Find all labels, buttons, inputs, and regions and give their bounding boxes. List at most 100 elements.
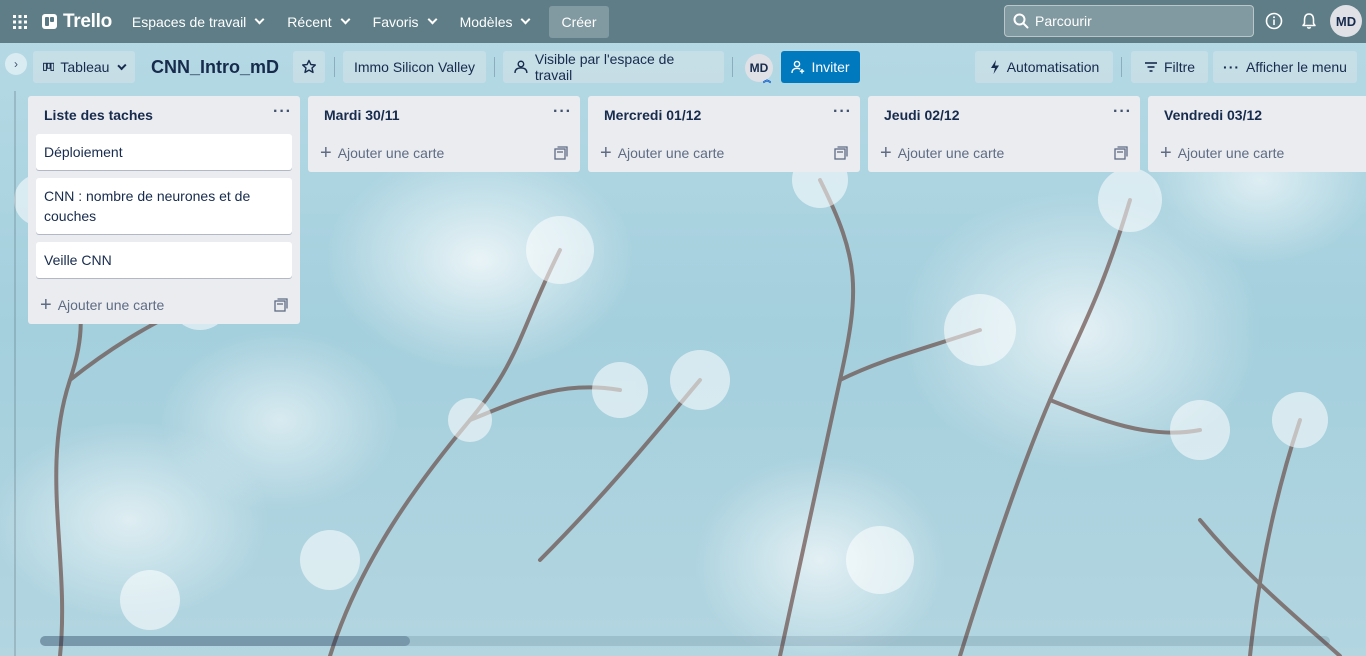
workspace-label: Immo Silicon Valley: [353, 59, 476, 75]
trello-logo-icon: [42, 14, 57, 29]
list: Liste des taches ··· Déploiement CNN : n…: [28, 96, 300, 324]
ellipsis-icon[interactable]: ···: [273, 103, 292, 127]
list: Mardi 30/11 ··· + Ajouter une carte: [308, 96, 580, 172]
divider: [494, 57, 495, 77]
divider: [334, 57, 335, 77]
show-menu-label: Afficher le menu: [1246, 59, 1347, 75]
invite-button[interactable]: Inviter: [781, 51, 860, 83]
view-switcher-button[interactable]: Tableau: [33, 51, 135, 83]
add-card-label: Ajouter une carte: [57, 297, 165, 313]
add-card-row[interactable]: + Ajouter une carte: [868, 134, 1140, 172]
board-header: › Tableau CNN_Intro_mD Immo Silicon Vall…: [0, 43, 1366, 91]
automation-label: Automatisation: [1006, 59, 1100, 75]
view-label: Tableau: [60, 59, 110, 75]
list-header[interactable]: Vendredi 03/12: [1148, 96, 1366, 134]
add-card-row[interactable]: + Ajouter une carte: [308, 134, 580, 172]
template-icon[interactable]: [1114, 146, 1128, 160]
list-header[interactable]: Liste des taches ···: [28, 96, 300, 134]
search-box[interactable]: [1004, 5, 1254, 37]
horizontal-scrollbar[interactable]: [40, 636, 1330, 646]
star-button[interactable]: [293, 51, 325, 83]
list-title[interactable]: Jeudi 02/12: [884, 107, 960, 123]
list-header[interactable]: Mercredi 01/12 ···: [588, 96, 860, 134]
add-card-label: Ajouter une carte: [337, 145, 445, 161]
add-card-button[interactable]: + Ajouter une carte: [40, 294, 165, 316]
ellipsis-icon[interactable]: ···: [553, 103, 572, 127]
ellipsis-icon[interactable]: ···: [1113, 103, 1132, 127]
automation-button[interactable]: Automatisation: [975, 51, 1113, 83]
plus-icon: +: [600, 142, 612, 164]
nav-recent-button[interactable]: Récent: [277, 6, 358, 38]
bell-icon[interactable]: [1299, 11, 1319, 31]
sidebar-expand-button[interactable]: ›: [5, 53, 27, 75]
search-input[interactable]: [1035, 13, 1235, 29]
nav-templates-label: Modèles: [459, 13, 513, 30]
scrollbar-thumb[interactable]: [40, 636, 410, 646]
template-icon[interactable]: [834, 146, 848, 160]
star-icon: [302, 59, 316, 74]
add-card-label: Ajouter une carte: [617, 145, 725, 161]
workspace-button[interactable]: Immo Silicon Valley: [343, 51, 486, 83]
grid-icon[interactable]: [0, 0, 40, 43]
filter-label: Filtre: [1163, 59, 1196, 75]
list: Jeudi 02/12 ··· + Ajouter une carte: [868, 96, 1140, 172]
plus-icon: +: [880, 142, 892, 164]
create-label: Créer: [561, 13, 597, 30]
card[interactable]: Veille CNN: [36, 242, 292, 278]
visibility-button[interactable]: Visible par l'espace de travail: [503, 51, 724, 83]
member-avatar[interactable]: MD ︽: [745, 54, 773, 84]
top-navigation: Trello Espaces de travail Récent Favoris…: [0, 0, 1366, 43]
divider: [1121, 57, 1122, 77]
chevron-down-icon: [521, 14, 531, 25]
template-icon[interactable]: [274, 298, 288, 312]
list: Mercredi 01/12 ··· + Ajouter une carte: [588, 96, 860, 172]
sidebar-edge: [14, 91, 16, 656]
list-title[interactable]: Vendredi 03/12: [1164, 107, 1262, 123]
people-icon: [514, 60, 528, 74]
template-icon[interactable]: [554, 146, 568, 160]
board-view-icon: [43, 62, 55, 71]
nav-templates-button[interactable]: Modèles: [450, 6, 540, 38]
card[interactable]: Déploiement: [36, 134, 292, 170]
create-button[interactable]: Créer: [549, 5, 609, 38]
filter-icon: [1144, 62, 1157, 72]
nav-favorites-label: Favoris: [372, 13, 419, 30]
filter-button[interactable]: Filtre: [1131, 51, 1208, 83]
search-icon: [1013, 13, 1029, 29]
chevron-right-icon: ›: [14, 57, 18, 71]
list-title[interactable]: Mercredi 01/12: [604, 107, 701, 123]
invite-label: Inviter: [811, 59, 850, 75]
chevron-down-icon: [254, 14, 265, 25]
add-card-button[interactable]: + Ajouter une carte: [880, 142, 1004, 164]
nav-favorites-button[interactable]: Favoris: [363, 6, 446, 38]
add-card-row[interactable]: + Ajouter une carte: [28, 286, 300, 324]
add-card-button[interactable]: + Ajouter une carte: [1160, 143, 1284, 163]
card[interactable]: CNN : nombre de neurones et de couches: [36, 178, 292, 234]
add-person-icon: [791, 60, 805, 74]
list-title[interactable]: Liste des taches: [44, 107, 153, 123]
member-initials: MD: [749, 61, 769, 75]
plus-icon: +: [40, 294, 52, 316]
visibility-label: Visible par l'espace de travail: [534, 51, 675, 83]
add-card-row[interactable]: + Ajouter une carte: [1148, 134, 1366, 172]
board-title[interactable]: CNN_Intro_mD: [151, 57, 279, 78]
list-header[interactable]: Jeudi 02/12 ···: [868, 96, 1140, 134]
list-title[interactable]: Mardi 30/11: [324, 107, 400, 123]
chevron-down-icon: [427, 14, 438, 25]
admin-chevron-icon: ︽: [763, 75, 771, 84]
list-header[interactable]: Mardi 30/11 ···: [308, 96, 580, 134]
ellipsis-icon: ···: [1223, 59, 1241, 75]
list: Vendredi 03/12 + Ajouter une carte: [1148, 96, 1366, 172]
user-avatar[interactable]: MD: [1330, 5, 1362, 37]
ellipsis-icon[interactable]: ···: [833, 103, 852, 127]
logo-text: Trello: [63, 10, 112, 32]
chevron-down-icon: [117, 60, 127, 70]
add-card-button[interactable]: + Ajouter une carte: [600, 142, 725, 164]
trello-logo[interactable]: Trello: [40, 0, 122, 43]
add-card-button[interactable]: + Ajouter une carte: [320, 143, 445, 163]
info-icon[interactable]: [1264, 11, 1284, 31]
show-menu-button[interactable]: ··· Afficher le menu: [1213, 51, 1357, 83]
add-card-row[interactable]: + Ajouter une carte: [588, 134, 860, 172]
nav-workspaces-button[interactable]: Espaces de travail: [122, 6, 273, 38]
lightning-icon: [990, 60, 999, 74]
